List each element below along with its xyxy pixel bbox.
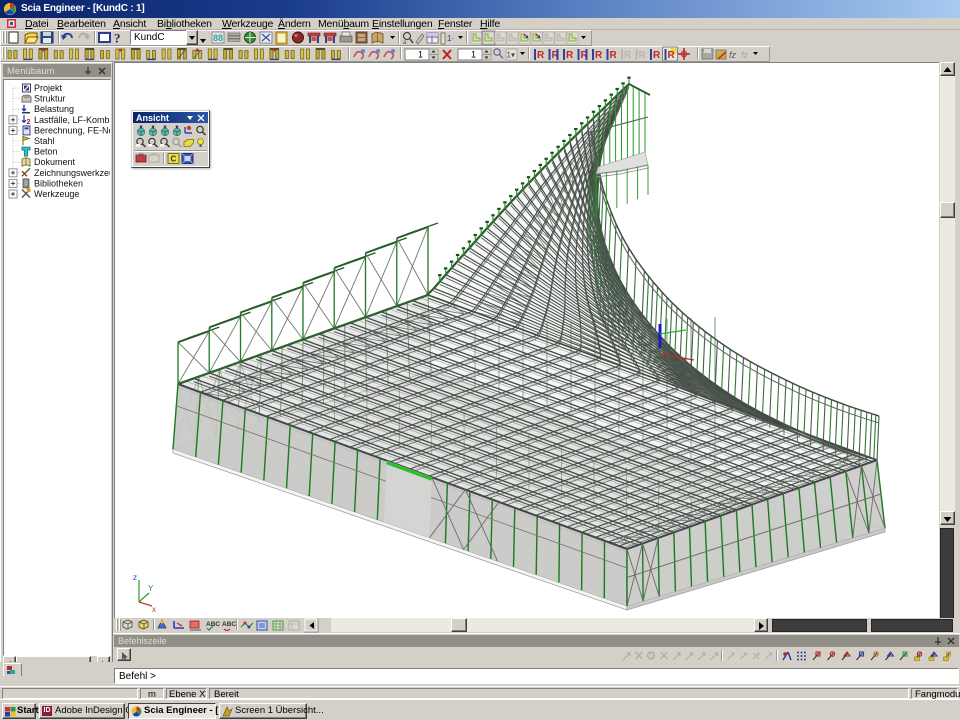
svg-text:R: R: [537, 50, 545, 61]
svg-text:Werkzeuge: Werkzeuge: [34, 189, 79, 199]
svg-text:Dokument: Dokument: [34, 157, 76, 167]
svg-text:R: R: [624, 50, 632, 61]
svg-text:R: R: [566, 50, 574, 61]
svg-text:Y: Y: [148, 584, 154, 593]
svg-text:z: z: [133, 573, 137, 582]
svg-text:ABC: ABC: [222, 621, 236, 628]
svg-text:Belastung: Belastung: [34, 104, 74, 114]
svg-text:88: 88: [213, 33, 223, 43]
svg-text:ABC: ABC: [206, 621, 220, 628]
svg-text:1·: 1·: [447, 34, 454, 43]
svg-text:1: 1: [471, 50, 476, 60]
svg-text:R: R: [668, 50, 676, 61]
svg-text:R: R: [610, 50, 618, 61]
svg-text:Bibliotheken: Bibliotheken: [34, 178, 83, 188]
svg-text:Berechnung, FE-Netz: Berechnung, FE-Netz: [34, 125, 110, 135]
svg-text:x: x: [152, 605, 156, 614]
svg-text:1▾: 1▾: [507, 51, 515, 60]
svg-text:Beton: Beton: [34, 147, 58, 157]
svg-text:Lastfälle, LF-Kombinatior: Lastfälle, LF-Kombinatior: [34, 115, 110, 125]
svg-text:G: G: [649, 653, 654, 660]
svg-text:2: 2: [27, 119, 31, 126]
svg-text:Projekt: Projekt: [34, 83, 63, 93]
svg-text:Struktur: Struktur: [34, 94, 66, 104]
svg-text:1: 1: [418, 50, 423, 60]
svg-text:C: C: [171, 155, 177, 164]
svg-text:R: R: [653, 50, 661, 61]
svg-text:fz: fz: [741, 50, 749, 60]
svg-text:R: R: [595, 50, 603, 61]
svg-text:Stahl: Stahl: [34, 136, 55, 146]
svg-text:Zeichnungswerkzeuge: Zeichnungswerkzeuge: [34, 168, 110, 178]
svg-text:?: ?: [114, 31, 121, 46]
svg-text:R: R: [639, 50, 647, 61]
svg-text:fz: fz: [729, 50, 737, 60]
